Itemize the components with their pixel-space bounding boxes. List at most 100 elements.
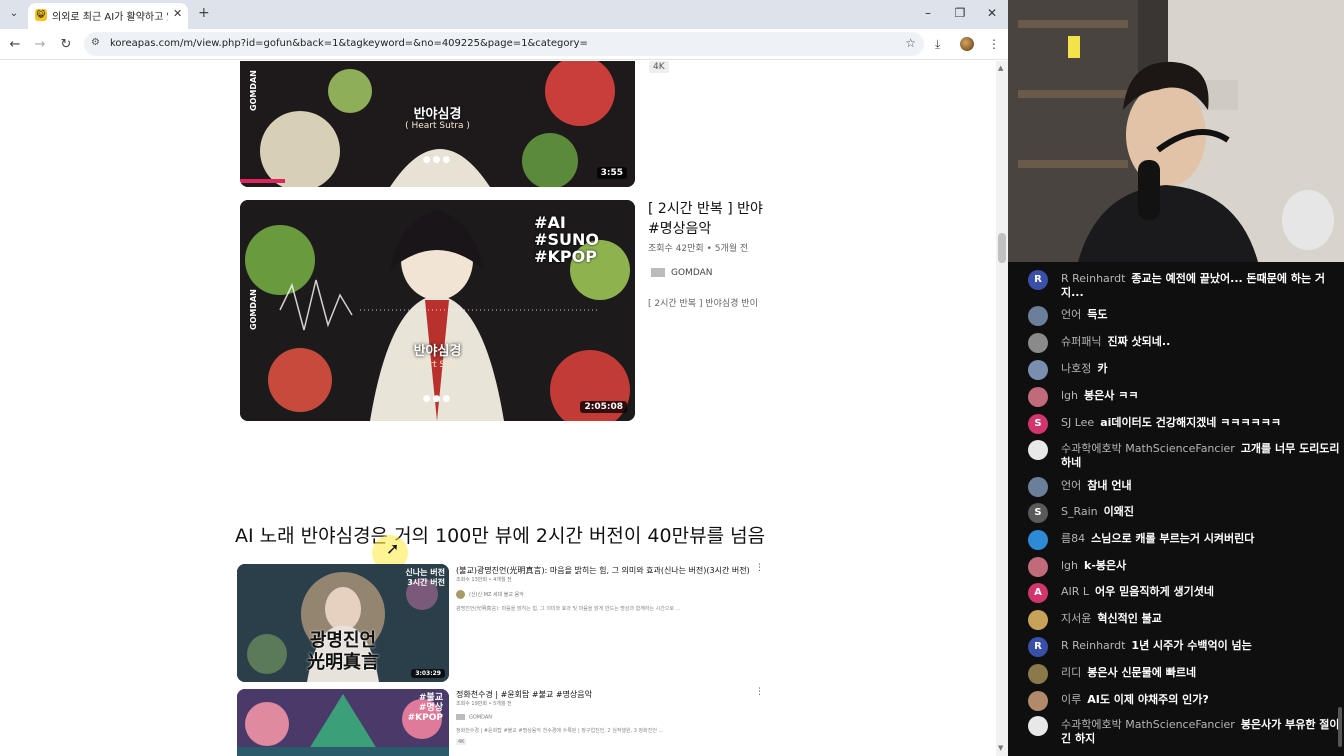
chat-author-name[interactable]: R Reinhardt bbox=[1061, 639, 1125, 652]
channel-name: GOMDAN bbox=[671, 268, 713, 278]
new-tab-icon[interactable]: + bbox=[198, 5, 210, 21]
scrollbar-thumb[interactable] bbox=[998, 233, 1006, 263]
chat-avatar[interactable] bbox=[1028, 477, 1048, 497]
chat-message-body: 슈퍼패닉 진짜 삿되네.. bbox=[1061, 335, 1341, 349]
minimize-icon[interactable]: – bbox=[918, 6, 938, 20]
profile-avatar[interactable] bbox=[960, 37, 974, 51]
address-bar[interactable]: ⚙ koreapas.com/m/view.php?id=gofun&back=… bbox=[84, 32, 924, 56]
thumbnail-badge: 신나는 버전 3시간 버전 bbox=[405, 568, 445, 588]
chat-text: 득도 bbox=[1087, 308, 1108, 321]
small-video-channel-1[interactable]: (신)신 MZ 세대 불교 음악 bbox=[456, 590, 524, 599]
thumbnail-title: 반야심경 bbox=[413, 344, 462, 359]
webcam-image bbox=[1008, 0, 1344, 262]
chat-avatar[interactable] bbox=[1028, 360, 1048, 380]
chat-avatar[interactable] bbox=[1028, 306, 1048, 326]
thumb-tag-2: #명상 bbox=[418, 703, 443, 713]
hashtag-suno: #SUNO bbox=[534, 230, 599, 249]
chat-author-name[interactable]: 나호정 bbox=[1061, 362, 1091, 375]
chat-avatar[interactable]: S bbox=[1028, 503, 1048, 523]
chat-text: 봉은사 신문물에 빠르네 bbox=[1087, 666, 1197, 679]
thumbnail-dots: ●●● bbox=[422, 155, 453, 165]
browser-toolbar: ← → ↻ ⚙ koreapas.com/m/view.php?id=gofun… bbox=[0, 29, 1008, 60]
hashtag-kpop: #KPOP bbox=[534, 247, 597, 266]
chat-message-body: 나호정 카 bbox=[1061, 362, 1341, 376]
chat-author-name[interactable]: 수과학에호박 MathScienceFancier bbox=[1061, 442, 1235, 455]
chat-author-name[interactable]: 지서윤 bbox=[1061, 612, 1091, 625]
chat-author-name[interactable]: 수과학에호박 MathScienceFancier bbox=[1061, 718, 1235, 731]
forward-icon[interactable]: → bbox=[32, 37, 48, 52]
small-video-title-1[interactable]: (불교)광명진언(光明真言): 마음을 밝히는 힘, 그 의미와 효과(신나는 … bbox=[456, 565, 750, 576]
chat-avatar[interactable]: A bbox=[1028, 583, 1048, 603]
small-thumbnail-2[interactable]: #불교 #명상 #KPOP bbox=[237, 689, 449, 756]
chat-text: 이왜진 bbox=[1103, 505, 1135, 518]
thumb-tag-3: #KPOP bbox=[407, 713, 443, 723]
chat-scrollbar[interactable] bbox=[1338, 707, 1342, 747]
small-thumbnail-1[interactable]: 신나는 버전 3시간 버전 광명진언 光明真言 3:03:29 bbox=[237, 564, 449, 682]
tab-close-icon[interactable]: ✕ bbox=[173, 7, 182, 20]
chat-avatar[interactable] bbox=[1028, 440, 1048, 460]
channel-logo-icon bbox=[456, 714, 465, 720]
restore-icon[interactable]: ❐ bbox=[950, 6, 970, 20]
channel-row[interactable]: GOMDAN bbox=[651, 268, 712, 278]
chat-avatar[interactable] bbox=[1028, 557, 1048, 577]
chat-avatar[interactable] bbox=[1028, 387, 1048, 407]
chat-message-body: S_Rain 이왜진 bbox=[1061, 505, 1341, 519]
video-thumbnail-1[interactable]: GOMDAN 반야심경 ( Heart Sutra ) ●●● 3:55 bbox=[240, 61, 635, 187]
site-favicon-icon: 😺 bbox=[35, 9, 47, 21]
duration-badge: 2:05:08 bbox=[580, 401, 627, 413]
chat-text: ai데이터도 건강해지겠네 ㅋㅋㅋㅋㅋㅋ bbox=[1100, 416, 1281, 429]
site-info-icon[interactable]: ⚙ bbox=[91, 37, 100, 48]
chat-avatar[interactable]: S bbox=[1028, 414, 1048, 434]
download-icon[interactable]: ⤓ bbox=[935, 37, 940, 52]
more-options-icon[interactable]: ⋮ bbox=[755, 687, 764, 697]
chat-author-name[interactable]: S_Rain bbox=[1061, 505, 1098, 518]
chat-avatar[interactable] bbox=[1028, 716, 1048, 736]
scroll-down-icon[interactable]: ▼ bbox=[998, 744, 1003, 752]
video-title-line2[interactable]: #명상음악 bbox=[648, 220, 711, 239]
chat-avatar[interactable] bbox=[1028, 691, 1048, 711]
more-options-icon[interactable]: ⋮ bbox=[755, 563, 764, 573]
scroll-up-icon[interactable]: ▲ bbox=[998, 64, 1003, 72]
hashtag-ai: #AI bbox=[534, 213, 566, 232]
chat-message-body: AIR L 어우 믿음직하게 생기셧네 bbox=[1061, 585, 1341, 599]
browser-tab[interactable]: 😺 의외로 최근 AI가 활약하고 있다 ✕ bbox=[28, 3, 188, 29]
menu-kebab-icon[interactable]: ⋮ bbox=[988, 37, 1000, 51]
chat-author-name[interactable]: 언어 bbox=[1061, 479, 1081, 492]
chat-author-name[interactable]: 슈퍼패닉 bbox=[1061, 335, 1101, 348]
small-video-channel-2[interactable]: GOMDAN bbox=[456, 714, 492, 721]
back-icon[interactable]: ← bbox=[7, 37, 23, 52]
chat-avatar[interactable] bbox=[1028, 610, 1048, 630]
close-window-icon[interactable]: ✕ bbox=[982, 6, 1002, 20]
chat-author-name[interactable]: SJ Lee bbox=[1061, 416, 1094, 429]
chat-author-name[interactable]: 름84 bbox=[1061, 532, 1085, 545]
thumbnail-subtitle: ( Heart Sutra ) bbox=[405, 360, 470, 370]
chat-author-name[interactable]: 리디 bbox=[1061, 666, 1081, 679]
chat-author-name[interactable]: 이루 bbox=[1061, 693, 1081, 706]
chat-avatar[interactable] bbox=[1028, 333, 1048, 353]
chat-author-name[interactable]: lgh bbox=[1061, 389, 1078, 402]
chat-author-name[interactable]: lgh bbox=[1061, 559, 1078, 572]
channel-name: (신)신 MZ 세대 불교 음악 bbox=[469, 592, 524, 598]
video-title-line1[interactable]: [ 2시간 반복 ] 반야 bbox=[648, 200, 763, 219]
video-thumbnail-2[interactable]: GOMDAN #AI #SUNO #KPOP 반야심경 ( Heart Sutr… bbox=[240, 200, 635, 421]
chat-avatar[interactable]: R bbox=[1028, 637, 1048, 657]
chat-avatar[interactable]: R bbox=[1028, 270, 1048, 290]
channel-avatar bbox=[456, 590, 465, 599]
chat-message-body: 수과학에호박 MathScienceFancier 고개를 너무 도리도리하네 bbox=[1061, 442, 1341, 470]
chat-avatar[interactable] bbox=[1028, 664, 1048, 684]
chat-avatar[interactable] bbox=[1028, 530, 1048, 550]
chat-author-name[interactable]: R Reinhardt bbox=[1061, 272, 1125, 285]
reload-icon[interactable]: ↻ bbox=[58, 37, 74, 52]
channel-name: GOMDAN bbox=[469, 714, 493, 721]
tab-search-icon[interactable]: ⌄ bbox=[6, 6, 22, 22]
chat-author-name[interactable]: 언어 bbox=[1061, 308, 1081, 321]
bookmark-star-icon[interactable]: ☆ bbox=[905, 36, 916, 50]
video-meta: 조회수 42만회 • 5개월 전 bbox=[648, 244, 749, 254]
small-video-meta-2: 조회수 19만회 • 5개월 전 bbox=[456, 701, 512, 707]
small-video-title-2[interactable]: 정화천수경 | #윤회탑 #불교 #명상음악 bbox=[456, 689, 592, 700]
page-scrollbar[interactable]: ▲ ▼ bbox=[996, 61, 1008, 756]
post-headline: AI 노래 반야심경은 거의 100만 뷰에 2시간 버전이 40만뷰를 넘음 bbox=[235, 525, 766, 547]
chat-message-body: R Reinhardt 종교는 예전에 끝났어... 돈때문에 하는 거지... bbox=[1061, 272, 1341, 300]
chat-author-name[interactable]: AIR L bbox=[1061, 585, 1089, 598]
url-text[interactable]: koreapas.com/m/view.php?id=gofun&back=1&… bbox=[110, 38, 588, 49]
